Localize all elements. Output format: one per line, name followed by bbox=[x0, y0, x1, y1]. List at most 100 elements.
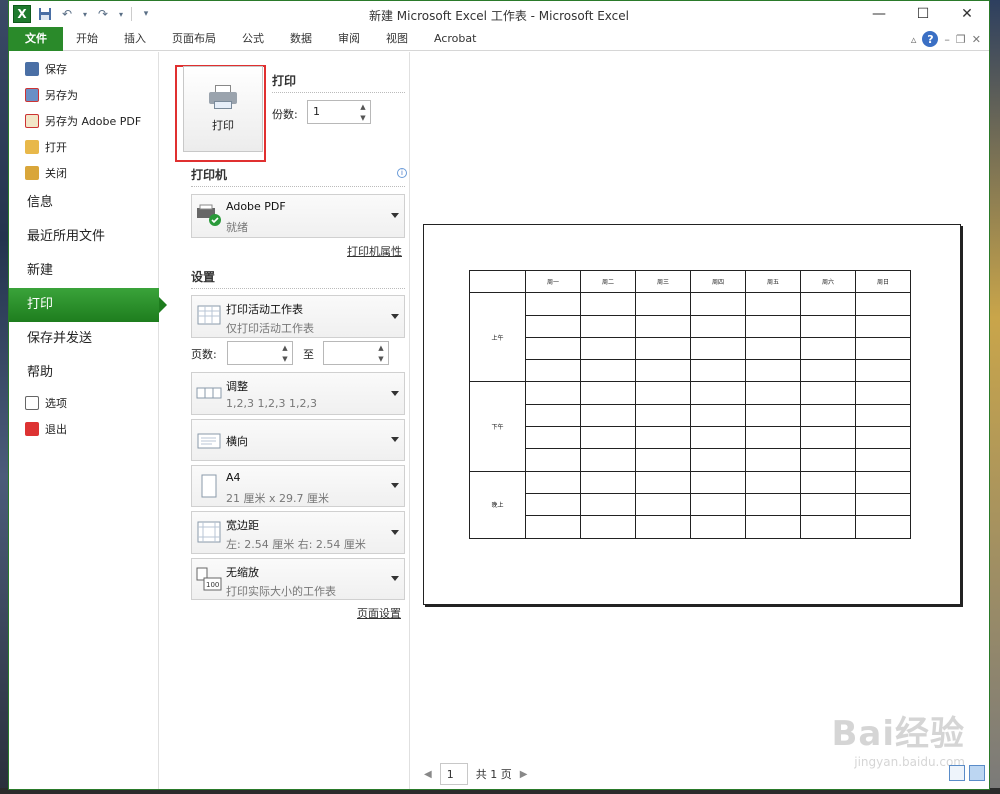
paper-size-dropdown[interactable]: A4 21 厘米 x 29.7 厘米 bbox=[191, 465, 405, 507]
info-icon[interactable]: i bbox=[397, 168, 407, 178]
undo-icon[interactable]: ↶ bbox=[59, 6, 75, 22]
nav-info[interactable]: 信息 bbox=[9, 186, 158, 220]
doc-minimize-icon[interactable]: – bbox=[944, 33, 950, 46]
chevron-down-icon bbox=[391, 483, 399, 488]
page-navigator: ◀ 1 共 1 页 ▶ bbox=[424, 763, 527, 785]
margins-detail: 左: 2.54 厘米 右: 2.54 厘米 bbox=[226, 538, 366, 551]
close-button[interactable]: ✕ bbox=[945, 1, 989, 27]
zoom-controls bbox=[949, 765, 985, 781]
tab-insert[interactable]: 插入 bbox=[111, 27, 159, 51]
ribbon-right-controls: ▵ ? – ❐ ✕ bbox=[911, 31, 981, 47]
redo-icon[interactable]: ↷ bbox=[95, 6, 111, 22]
margins-icon bbox=[196, 519, 222, 545]
pdf-printer-icon bbox=[196, 202, 222, 228]
collate-dropdown[interactable]: 调整 1,2,3 1,2,3 1,2,3 bbox=[191, 372, 405, 415]
nav-save-as[interactable]: 另存为 bbox=[9, 82, 158, 108]
no-scaling-icon: 100 bbox=[196, 566, 222, 592]
maximize-button[interactable]: ☐ bbox=[901, 1, 945, 27]
tab-acrobat[interactable]: Acrobat bbox=[421, 27, 489, 51]
doc-restore-icon[interactable]: ❐ bbox=[956, 33, 966, 46]
nav-save-as-label: 另存为 bbox=[45, 89, 78, 102]
nav-save-send[interactable]: 保存并发送 bbox=[9, 322, 158, 356]
nav-save[interactable]: 保存 bbox=[9, 56, 158, 82]
nav-help[interactable]: 帮助 bbox=[9, 356, 158, 390]
table-row bbox=[470, 314, 911, 338]
nav-exit[interactable]: 退出 bbox=[9, 416, 158, 442]
nav-new[interactable]: 新建 bbox=[9, 254, 158, 288]
table-row: 晚上 bbox=[469, 470, 911, 539]
tab-page-layout[interactable]: 页面布局 bbox=[159, 27, 229, 51]
table-cell: 周六 bbox=[800, 269, 856, 294]
title-bar: X ↶ ▾ ↷ ▾ ▾ 新建 Microsoft Excel 工作表 - Mic… bbox=[9, 1, 989, 27]
quick-access-toolbar: X ↶ ▾ ↷ ▾ ▾ bbox=[9, 5, 154, 23]
tab-view[interactable]: 视图 bbox=[373, 27, 421, 51]
settings-heading: 设置 bbox=[191, 270, 216, 284]
zoom-to-page-icon[interactable] bbox=[969, 765, 985, 781]
save-icon[interactable] bbox=[37, 6, 53, 22]
nav-print[interactable]: 打印 bbox=[9, 288, 167, 322]
excel-app-icon[interactable]: X bbox=[13, 5, 31, 23]
qat-separator bbox=[131, 7, 132, 21]
copies-up-icon[interactable]: ▲ bbox=[358, 102, 368, 112]
orientation-label: 横向 bbox=[226, 435, 248, 448]
pdf-icon bbox=[25, 114, 39, 128]
table-row: 上午 bbox=[469, 292, 911, 383]
pages-to-stepper[interactable]: ▲ ▼ bbox=[323, 341, 389, 365]
watermark: Bai经验 jingyan.baidu.com bbox=[831, 706, 965, 769]
pages-label: 页数: bbox=[191, 348, 217, 361]
pages-from-up-icon[interactable]: ▲ bbox=[280, 343, 290, 353]
copies-stepper[interactable]: 1 ▲ ▼ bbox=[307, 100, 371, 124]
print-scope-dropdown[interactable]: 打印活动工作表 仅打印活动工作表 bbox=[191, 295, 405, 338]
pages-from-down-icon[interactable]: ▼ bbox=[280, 354, 290, 364]
worksheet-icon bbox=[196, 303, 222, 329]
doc-close-icon[interactable]: ✕ bbox=[972, 33, 981, 46]
previous-page-icon[interactable]: ◀ bbox=[424, 769, 432, 780]
scaling-dropdown[interactable]: 100 无缩放 打印实际大小的工作表 bbox=[191, 558, 405, 600]
collate-detail: 1,2,3 1,2,3 1,2,3 bbox=[226, 397, 317, 410]
orientation-dropdown[interactable]: 横向 bbox=[191, 419, 405, 461]
minimize-ribbon-icon[interactable]: ▵ bbox=[911, 33, 917, 46]
table-header-row: 周一 周二 周三 周四 周五 周六 周日 bbox=[469, 269, 911, 294]
paper-size-label: A4 bbox=[226, 471, 241, 484]
redo-dropdown-icon[interactable]: ▾ bbox=[117, 6, 125, 22]
show-margins-icon[interactable] bbox=[949, 765, 965, 781]
page-setup-link[interactable]: 页面设置 bbox=[357, 605, 401, 621]
copies-value: 1 bbox=[313, 105, 320, 118]
group-label-morning: 上午 bbox=[469, 292, 526, 383]
help-icon[interactable]: ? bbox=[922, 31, 939, 47]
pages-to-up-icon[interactable]: ▲ bbox=[376, 343, 386, 353]
print-button[interactable]: 打印 bbox=[183, 66, 263, 152]
chevron-down-icon bbox=[391, 437, 399, 442]
margins-label: 宽边距 bbox=[226, 519, 259, 532]
nav-save-as-pdf[interactable]: 另存为 Adobe PDF bbox=[9, 108, 158, 134]
printer-dropdown[interactable]: Adobe PDF 就绪 bbox=[191, 194, 405, 238]
page-number-input[interactable]: 1 bbox=[439, 763, 468, 785]
copies-down-icon[interactable]: ▼ bbox=[358, 113, 368, 123]
nav-recent[interactable]: 最近所用文件 bbox=[9, 220, 158, 254]
nav-options[interactable]: 选项 bbox=[9, 390, 158, 416]
pages-to-down-icon[interactable]: ▼ bbox=[376, 354, 386, 364]
customize-qat-icon[interactable]: ▾ bbox=[138, 6, 154, 22]
next-page-icon[interactable]: ▶ bbox=[520, 769, 528, 780]
collate-label: 调整 bbox=[226, 380, 248, 393]
tab-file[interactable]: 文件 bbox=[9, 26, 63, 51]
nav-open[interactable]: 打开 bbox=[9, 134, 158, 160]
backstage-nav: 保存 另存为 另存为 Adobe PDF 打开 关闭 信息 最近所用文件 新建 … bbox=[9, 52, 167, 789]
minimize-button[interactable]: — bbox=[857, 1, 901, 27]
nav-open-label: 打开 bbox=[45, 141, 67, 154]
scaling-label: 无缩放 bbox=[226, 566, 259, 579]
pages-from-stepper[interactable]: ▲ ▼ bbox=[227, 341, 293, 365]
tab-data[interactable]: 数据 bbox=[277, 27, 325, 51]
printer-properties-link[interactable]: 打印机属性 bbox=[347, 243, 402, 259]
nav-close[interactable]: 关闭 bbox=[9, 160, 158, 186]
table-cell: 周一 bbox=[525, 269, 581, 294]
tab-formulas[interactable]: 公式 bbox=[229, 27, 277, 51]
table-cell: 周五 bbox=[745, 269, 801, 294]
nav-options-label: 选项 bbox=[45, 397, 67, 410]
tab-review[interactable]: 审阅 bbox=[325, 27, 373, 51]
margins-dropdown[interactable]: 宽边距 左: 2.54 厘米 右: 2.54 厘米 bbox=[191, 511, 405, 554]
table-row bbox=[470, 359, 911, 383]
undo-dropdown-icon[interactable]: ▾ bbox=[81, 6, 89, 22]
tab-home[interactable]: 开始 bbox=[63, 27, 111, 51]
table-row bbox=[470, 492, 911, 517]
